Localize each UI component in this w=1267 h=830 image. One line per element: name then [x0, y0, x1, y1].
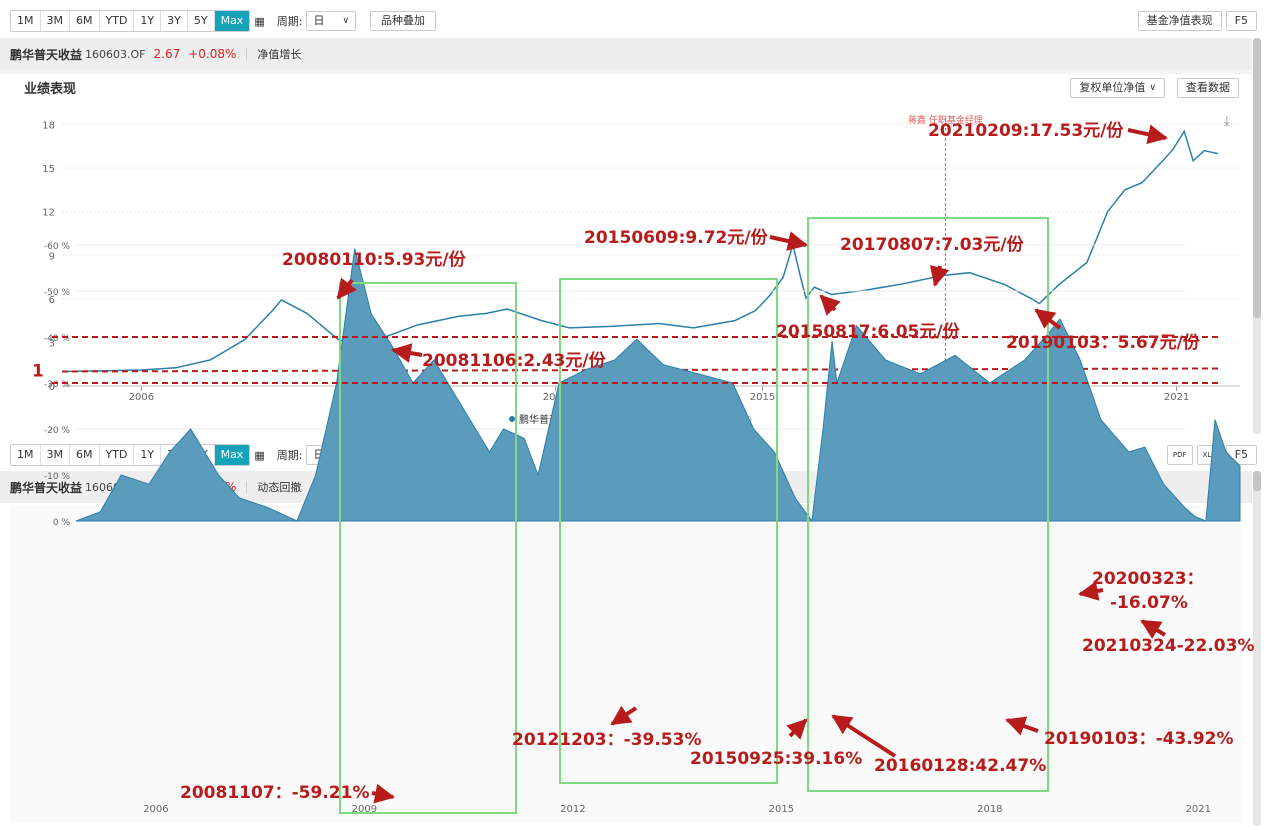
- x-tick-label: 2021: [1186, 804, 1211, 815]
- x-tick-label: 2015: [769, 804, 794, 815]
- y-tick-label: -40 %: [44, 334, 71, 344]
- y-tick-label: -20 %: [44, 426, 71, 436]
- drawdown-area-chart: 0 % -10 % -20 % -30 % -40 % -50 % -60 % 2006 200…: [10, 242, 1242, 823]
- x-tick-label: 2006: [143, 804, 168, 815]
- y-tick-label: -10 %: [44, 472, 71, 482]
- x-tick-label: 2012: [560, 804, 585, 815]
- chart-background: [10, 505, 1242, 823]
- x-tick-label: 2018: [977, 804, 1002, 815]
- y-tick-label: -50 %: [44, 288, 71, 298]
- x-tick-label: 2009: [352, 804, 377, 815]
- series-area-drawdown: [75, 248, 1241, 523]
- y-tick-label: -60 %: [44, 242, 71, 252]
- y-tick-label: -30 %: [44, 380, 71, 390]
- y-tick-label: 0 %: [53, 518, 71, 528]
